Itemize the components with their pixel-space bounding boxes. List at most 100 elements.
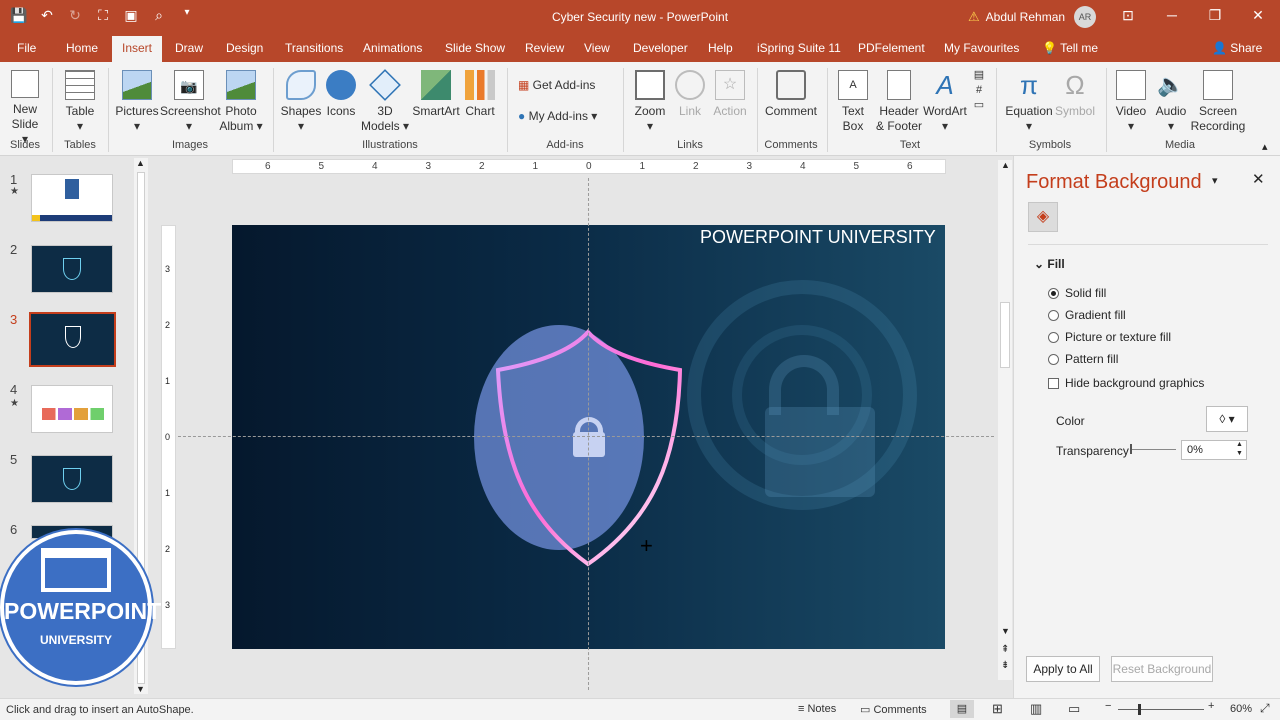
scroll-down-icon[interactable]: ▼ xyxy=(1001,626,1010,636)
share-button[interactable]: 👤 Share xyxy=(1212,41,1262,55)
avatar[interactable]: AR xyxy=(1074,6,1096,28)
gradient-fill-option[interactable]: Gradient fill xyxy=(1048,308,1126,322)
tab-file[interactable]: File xyxy=(17,41,36,55)
screenshot-button[interactable]: 📷 Screenshot ▾ xyxy=(160,70,221,134)
scroll-up-icon[interactable]: ▲ xyxy=(1001,160,1010,170)
zoom-slider[interactable] xyxy=(1118,709,1204,710)
zoom-in-icon[interactable]: + xyxy=(1208,700,1214,712)
reset-background-button[interactable]: Reset Background xyxy=(1111,656,1213,682)
chart-button[interactable]: Chart xyxy=(462,70,498,119)
text-box-button[interactable]: A Text Box xyxy=(834,70,872,134)
link-button[interactable]: Link xyxy=(672,70,708,119)
slide-thumbnail-1[interactable] xyxy=(31,174,113,222)
slide-thumbnail-5[interactable] xyxy=(31,455,113,503)
group-text: Text xyxy=(899,139,921,151)
tell-me-search[interactable]: 💡 Tell me xyxy=(1042,41,1098,55)
solid-fill-option[interactable]: Solid fill xyxy=(1048,286,1106,300)
tab-ispring[interactable]: iSpring Suite 11 xyxy=(757,41,841,55)
header-footer-button[interactable]: Header & Footer xyxy=(873,70,925,134)
slide-brand-text[interactable]: POWERPOINT UNIVERSITY xyxy=(700,227,936,248)
divider xyxy=(827,68,828,152)
scroll-thumb[interactable] xyxy=(1000,302,1010,368)
reading-view-icon[interactable]: ▥ xyxy=(1030,701,1042,717)
slide-thumbnail-4[interactable] xyxy=(31,385,113,433)
get-addins-button[interactable]: ▦ Get Add-ins xyxy=(518,78,618,93)
slide-sorter-icon[interactable]: ⊞ xyxy=(992,701,1003,717)
minimize-icon[interactable]: ─ xyxy=(1162,7,1182,23)
pictures-label: Pictures xyxy=(115,104,159,118)
hide-background-graphics-checkbox[interactable]: Hide background graphics xyxy=(1048,376,1204,390)
my-addins-button[interactable]: ● My Add-ins ▾ xyxy=(518,109,618,124)
fit-to-window-icon[interactable]: ⤢ xyxy=(1260,701,1270,716)
smartart-button[interactable]: SmartArt xyxy=(410,70,462,119)
tab-slide-show[interactable]: Slide Show xyxy=(445,41,505,55)
slide-scrollbar[interactable]: ▲ ▼ ⇞ ⇟ xyxy=(998,160,1012,680)
tab-help[interactable]: Help xyxy=(708,41,733,55)
fill-section-header[interactable]: ⌄ Fill xyxy=(1034,257,1065,271)
table-button[interactable]: Table ▾ xyxy=(62,70,98,134)
previous-slide-icon[interactable]: ⇞ xyxy=(1001,644,1009,655)
zoom-out-icon[interactable]: − xyxy=(1105,700,1111,712)
new-slide-button[interactable]: New Slide ▾ xyxy=(7,70,43,147)
restore-icon[interactable]: ❐ xyxy=(1205,7,1225,24)
screen-recording-button[interactable]: Screen Recording xyxy=(1190,70,1246,134)
spinner-icon[interactable]: ▲ ▼ xyxy=(1236,440,1243,458)
scroll-down-icon[interactable]: ▼ xyxy=(136,684,145,694)
zoom-level[interactable]: 60% xyxy=(1230,703,1252,715)
user-account[interactable]: ⚠ Abdul Rehman xyxy=(968,9,1065,25)
slideshow-icon[interactable]: ▭ xyxy=(1068,701,1080,717)
icons-button[interactable]: Icons xyxy=(322,70,360,119)
text-more-buttons[interactable]: ▤ # ▭ xyxy=(970,68,988,113)
notes-button[interactable]: ≡ Notes xyxy=(798,703,836,715)
slide-thumbnail-2[interactable] xyxy=(31,245,113,293)
wordart-button[interactable]: A WordArt ▾ xyxy=(922,70,968,134)
tab-home[interactable]: Home xyxy=(66,41,98,55)
next-slide-icon[interactable]: ⇟ xyxy=(1001,660,1009,671)
tab-my-favourites[interactable]: My Favourites xyxy=(944,41,1019,55)
close-icon[interactable]: ✕ xyxy=(1248,7,1268,24)
ribbon-display-icon[interactable]: ⊡ xyxy=(1118,7,1138,24)
3d-models-button[interactable]: 3D Models ▾ xyxy=(360,69,410,134)
symbol-button[interactable]: Ω Symbol xyxy=(1052,70,1098,119)
comment-button[interactable]: Comment xyxy=(763,70,819,119)
action-button[interactable]: ☆ Action xyxy=(710,70,750,119)
tab-design[interactable]: Design xyxy=(226,41,263,55)
group-images: Images xyxy=(171,139,209,151)
tab-transitions[interactable]: Transitions xyxy=(285,41,343,55)
slide-thumbnail-3[interactable] xyxy=(29,312,116,367)
crosshair-cursor-icon: + xyxy=(640,533,653,558)
close-pane-icon[interactable]: ✕ xyxy=(1252,170,1265,188)
zoom-button[interactable]: Zoom ▾ xyxy=(630,70,670,134)
vertical-guide[interactable] xyxy=(588,178,589,690)
ruler-label: 0 xyxy=(165,432,171,442)
tab-review[interactable]: Review xyxy=(525,41,564,55)
transparency-slider[interactable] xyxy=(1132,449,1176,450)
video-button[interactable]: Video ▾ xyxy=(1112,70,1150,134)
slider-thumb[interactable] xyxy=(1130,444,1132,454)
shapes-button[interactable]: Shapes ▾ xyxy=(280,70,322,134)
comments-button[interactable]: ▭ Comments xyxy=(860,703,927,716)
tab-insert[interactable]: Insert xyxy=(112,36,163,62)
photo-album-button[interactable]: Photo Album ▾ xyxy=(218,70,264,134)
equation-button[interactable]: π Equation ▾ xyxy=(1004,70,1054,134)
ruler-label: 3 xyxy=(425,161,432,172)
zoom-slider-thumb[interactable] xyxy=(1138,704,1141,715)
tab-pdfelement[interactable]: PDFelement xyxy=(858,41,925,55)
equation-label: Equation xyxy=(1005,104,1053,118)
pattern-fill-option[interactable]: Pattern fill xyxy=(1048,352,1118,366)
tab-draw[interactable]: Draw xyxy=(175,41,203,55)
scroll-up-icon[interactable]: ▲ xyxy=(136,158,145,168)
horizontal-guide[interactable] xyxy=(178,436,994,437)
normal-view-icon[interactable]: ▤ xyxy=(950,700,974,718)
pictures-button[interactable]: Pictures ▾ xyxy=(114,70,160,134)
tab-developer[interactable]: Developer xyxy=(633,41,688,55)
fill-icon[interactable]: ◈ xyxy=(1028,202,1058,232)
pane-options-icon[interactable]: ▾ xyxy=(1212,174,1218,187)
tab-view[interactable]: View xyxy=(584,41,610,55)
apply-to-all-button[interactable]: Apply to All xyxy=(1026,656,1100,682)
audio-button[interactable]: 🔈 Audio ▾ xyxy=(1152,70,1190,134)
collapse-ribbon-icon[interactable]: ▴ xyxy=(1262,140,1268,153)
color-picker-dropdown[interactable]: ◊ ▾ xyxy=(1206,406,1248,432)
tab-animations[interactable]: Animations xyxy=(363,41,422,55)
picture-texture-fill-option[interactable]: Picture or texture fill xyxy=(1048,330,1171,344)
